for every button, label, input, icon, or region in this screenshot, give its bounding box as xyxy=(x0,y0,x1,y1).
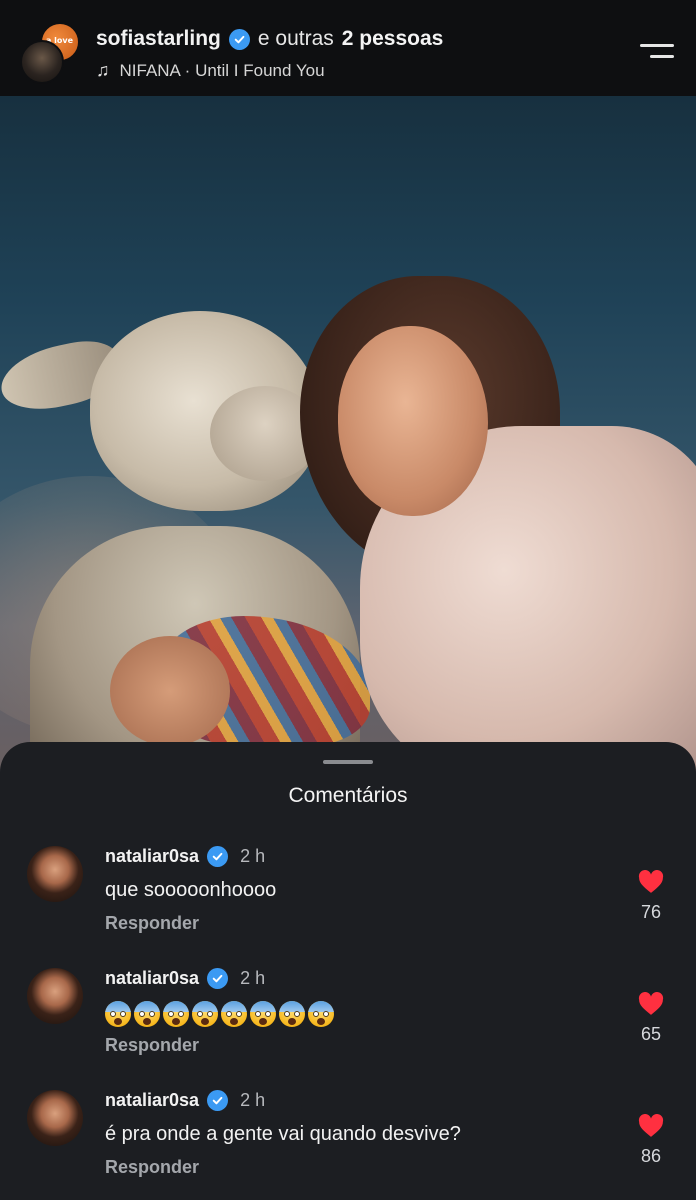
verified-badge-icon xyxy=(207,968,229,989)
screaming-face-emoji xyxy=(163,1001,189,1027)
verified-badge-icon xyxy=(207,1090,229,1111)
like-button[interactable]: 65 xyxy=(630,992,672,1045)
comment-header: nataliar0sa 2 h xyxy=(105,846,265,867)
screaming-face-emoji xyxy=(279,1001,305,1027)
heart-icon xyxy=(638,992,664,1015)
like-button[interactable]: 76 xyxy=(630,870,672,923)
collab-avatars[interactable]: a love xyxy=(20,22,80,84)
collab-prefix: e outras xyxy=(257,27,334,50)
reply-button[interactable]: Responder xyxy=(105,913,199,934)
comment-time: 2 h xyxy=(240,1090,266,1110)
screaming-face-emoji xyxy=(192,1001,218,1027)
sheet-title: Comentários xyxy=(288,784,408,807)
comment-item: nataliar0sa 2 h Responder 65 xyxy=(0,968,696,1078)
comment-item: nataliar0sa 2 h que sooooonhoooo Respond… xyxy=(0,846,696,956)
heart-icon xyxy=(638,870,664,893)
reel-header: a love sofiastarling e outras 2 pessoas … xyxy=(0,0,696,96)
commenter-avatar[interactable] xyxy=(27,968,83,1024)
reply-button[interactable]: Responder xyxy=(105,1157,199,1178)
sheet-drag-handle[interactable] xyxy=(323,760,373,764)
woman-face xyxy=(338,326,488,516)
commenter-avatar[interactable] xyxy=(27,846,83,902)
heart-icon xyxy=(638,1114,664,1137)
commenter-username[interactable]: nataliar0sa xyxy=(105,1090,199,1111)
author-username[interactable]: sofiastarling xyxy=(96,27,221,51)
comment-text: que sooooonhoooo xyxy=(105,879,277,901)
like-count: 65 xyxy=(640,1024,662,1044)
like-count: 76 xyxy=(640,902,662,922)
audio-title[interactable]: NIFANA · Until I Found You xyxy=(120,61,325,81)
audio-line[interactable]: ♫ NIFANA · Until I Found You xyxy=(96,60,325,81)
screaming-face-emoji xyxy=(134,1001,160,1027)
verified-badge-icon xyxy=(228,28,250,50)
author-avatar[interactable] xyxy=(20,40,64,84)
verified-badge-icon xyxy=(207,846,229,867)
comments-sheet: Comentários nataliar0sa 2 h que sooooonh… xyxy=(0,742,696,1200)
screaming-face-emoji xyxy=(221,1001,247,1027)
comment-time: 2 h xyxy=(240,968,266,988)
commenter-username[interactable]: nataliar0sa xyxy=(105,846,199,867)
like-button[interactable]: 86 xyxy=(630,1114,672,1167)
commenter-username[interactable]: nataliar0sa xyxy=(105,968,199,989)
screaming-face-emoji xyxy=(105,1001,131,1027)
comment-text xyxy=(105,1001,334,1027)
menu-icon[interactable] xyxy=(640,40,674,62)
comment-text: é pra onde a gente vai quando desvive? xyxy=(105,1123,461,1145)
reel-photo[interactable] xyxy=(0,96,696,776)
screaming-face-emoji xyxy=(308,1001,334,1027)
reply-button[interactable]: Responder xyxy=(105,1035,199,1056)
comment-time: 2 h xyxy=(240,846,266,866)
comment-header: nataliar0sa 2 h xyxy=(105,1090,265,1111)
woman-hand xyxy=(110,636,230,746)
screaming-face-emoji xyxy=(250,1001,276,1027)
author-line: sofiastarling e outras 2 pessoas xyxy=(96,27,443,51)
like-count: 86 xyxy=(640,1146,662,1166)
collab-count[interactable]: 2 pessoas xyxy=(342,27,444,51)
music-note-icon: ♫ xyxy=(96,60,110,80)
commenter-avatar[interactable] xyxy=(27,1090,83,1146)
comment-item: nataliar0sa 2 h é pra onde a gente vai q… xyxy=(0,1090,696,1200)
comment-header: nataliar0sa 2 h xyxy=(105,968,265,989)
